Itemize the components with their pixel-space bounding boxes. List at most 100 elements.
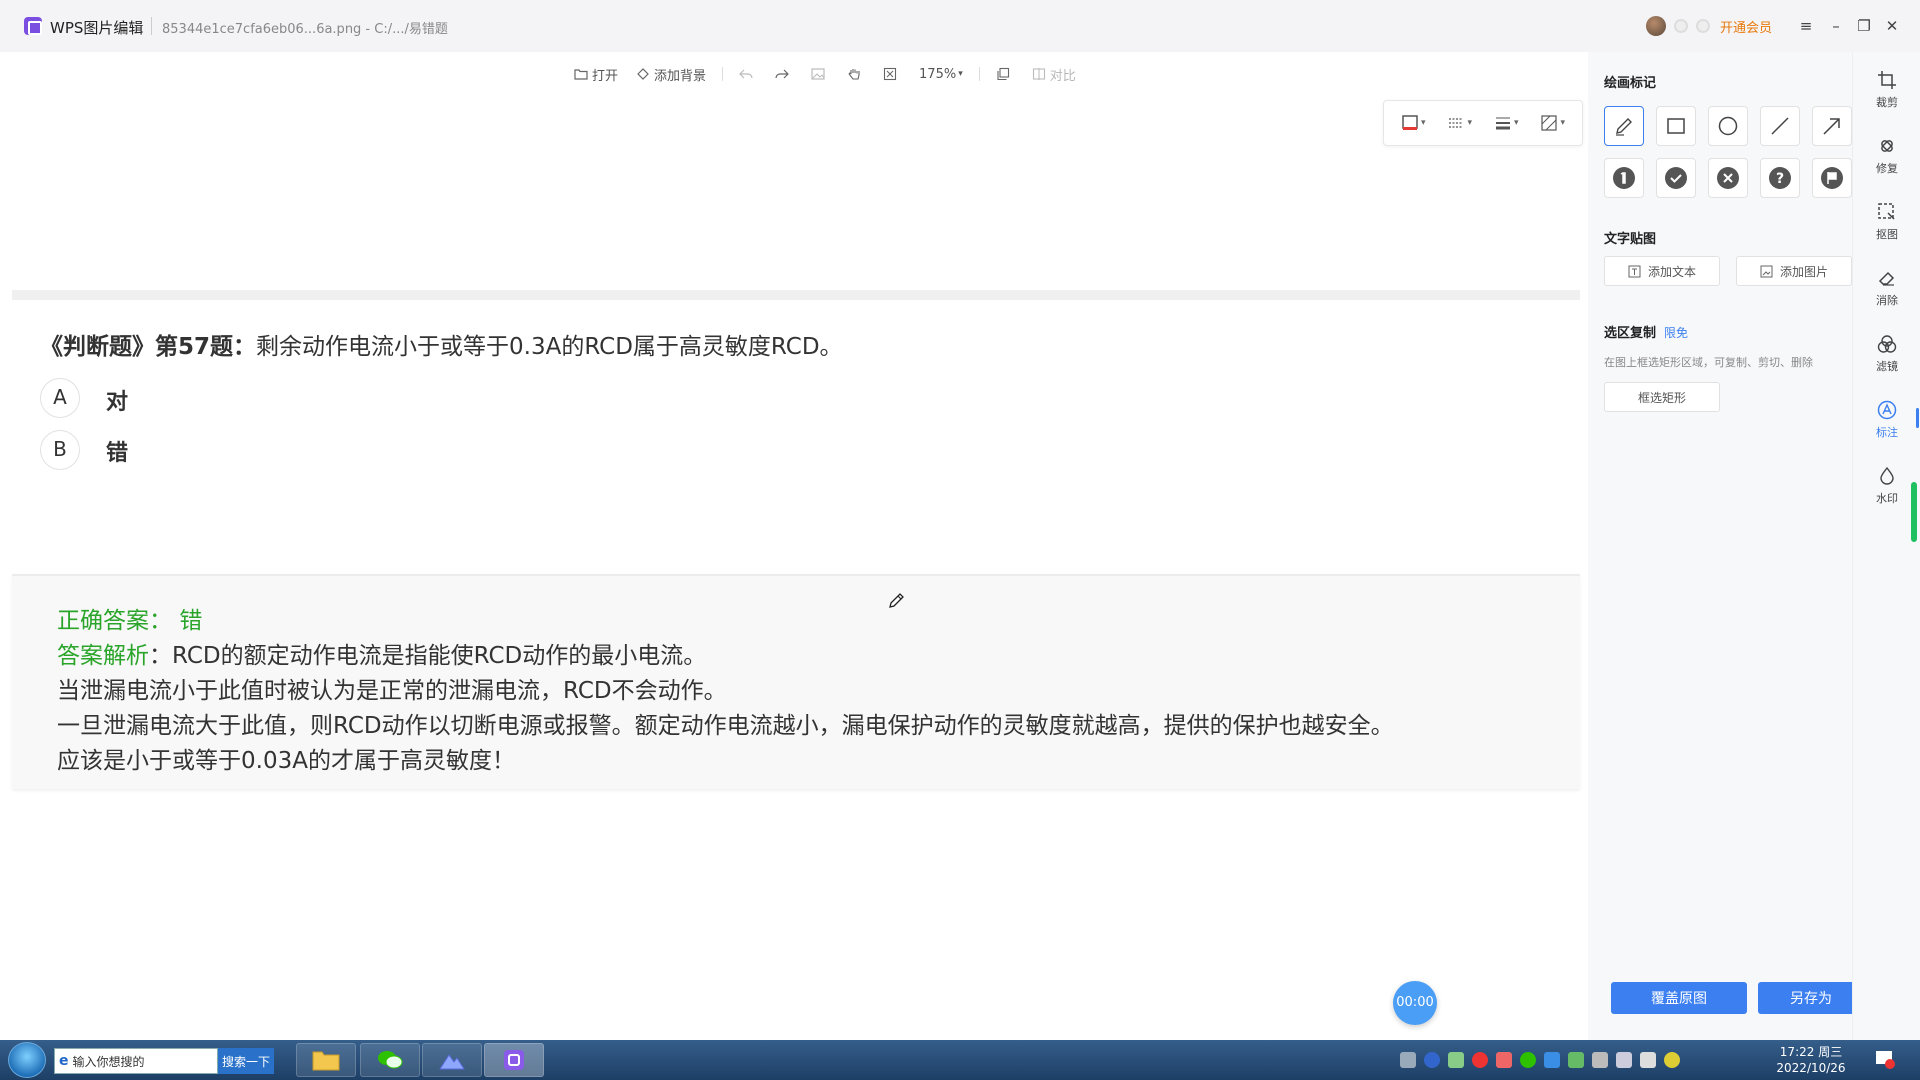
- add-background-button[interactable]: 添加背景: [630, 62, 712, 86]
- rail-cutout-label: 抠图: [1876, 228, 1898, 241]
- display-icon[interactable]: [1616, 1052, 1632, 1068]
- analysis-line-1: 答案解析：RCD的额定动作电流是指能使RCD动作的最小电流。: [57, 636, 706, 670]
- undo-button[interactable]: [733, 62, 763, 86]
- rail-annotate-label: 标注: [1876, 426, 1898, 439]
- app-title: WPS图片编辑: [50, 19, 144, 37]
- add-background-label: 添加背景: [654, 68, 707, 84]
- zoom-dropdown[interactable]: 175% ▾: [913, 62, 969, 86]
- rail-filter-label: 滤镜: [1876, 360, 1898, 373]
- flag-icon: [1821, 167, 1843, 189]
- overwrite-original-button[interactable]: 覆盖原图: [1611, 982, 1747, 1014]
- rail-repair[interactable]: 修复: [1853, 136, 1920, 176]
- battery-icon[interactable]: [1448, 1052, 1464, 1068]
- redo-button[interactable]: [769, 62, 799, 86]
- add-text-label: 添加文本: [1647, 264, 1696, 279]
- ellipse-tool[interactable]: [1708, 106, 1748, 146]
- wechat-taskbar-app[interactable]: [360, 1043, 420, 1077]
- image-button[interactable]: [805, 62, 835, 86]
- rail-repair-label: 修复: [1876, 162, 1898, 175]
- photos-taskbar-app[interactable]: [422, 1043, 482, 1077]
- filter-icon: [1877, 335, 1897, 353]
- canvas-area[interactable]: 打开 添加背景 175% ▾ 对比 ▾ ▾ ▾ ▾ 《判断题》第57题：剩余动作…: [0, 52, 1588, 1040]
- check-marker-tool[interactable]: [1656, 158, 1696, 198]
- line-style-button[interactable]: ▾: [1443, 109, 1476, 137]
- taskbar-search-input[interactable]: e 输入你想搜的: [54, 1048, 218, 1074]
- fit-screen-button[interactable]: [877, 62, 907, 86]
- clock-time: 17:22 周三: [1779, 1045, 1843, 1059]
- chevron-down-icon: ▾: [1513, 118, 1519, 128]
- rail-scrollbar[interactable]: [1911, 482, 1917, 542]
- explorer-taskbar-app[interactable]: [296, 1043, 356, 1077]
- chevron-down-icon: ▾: [1467, 118, 1473, 128]
- hand-icon: [848, 69, 860, 80]
- notification-icon[interactable]: [1874, 1048, 1896, 1070]
- rectangle-tool[interactable]: [1656, 106, 1696, 146]
- fit-screen-icon: [883, 67, 897, 81]
- rail-filter[interactable]: 滤镜: [1853, 334, 1920, 374]
- taskbar-search-button[interactable]: 搜索一下: [218, 1048, 274, 1074]
- usb-icon[interactable]: [1592, 1052, 1608, 1068]
- pen-icon: [1616, 118, 1632, 136]
- background-icon: [637, 68, 649, 80]
- network-icon[interactable]: [1568, 1052, 1584, 1068]
- limited-free-badge: 限免: [1664, 326, 1689, 340]
- close-icon[interactable]: ✕: [1880, 14, 1904, 38]
- taskbar-clock[interactable]: 17:22 周三 2022/10/26: [1766, 1044, 1856, 1076]
- timer-badge[interactable]: 00:00: [1393, 981, 1437, 1025]
- circle-icon: [1718, 116, 1738, 136]
- app-tray-icon[interactable]: [1496, 1052, 1512, 1068]
- drawing-options-toolbar: ▾ ▾ ▾ ▾: [1383, 100, 1583, 146]
- title-divider: [151, 17, 152, 35]
- cutout-icon: [1878, 203, 1895, 220]
- restore-icon[interactable]: ❐: [1852, 14, 1876, 38]
- rail-crop[interactable]: 裁剪: [1853, 70, 1920, 110]
- rail-watermark[interactable]: 水印: [1853, 466, 1920, 506]
- select-rectangle-button[interactable]: 框选矩形: [1604, 382, 1720, 412]
- arrow-icon: [1823, 118, 1840, 135]
- stroke-color-button[interactable]: ▾: [1397, 109, 1430, 137]
- tool-rail: 裁剪 修复 抠图 消除 滤镜 标注 水印: [1852, 52, 1920, 1040]
- status-dot-icon: [1674, 19, 1688, 33]
- hand-tool-button[interactable]: [841, 62, 871, 86]
- antivirus-icon[interactable]: [1472, 1052, 1488, 1068]
- text-sticker-title: 文字贴图: [1604, 232, 1657, 247]
- line-tool[interactable]: [1760, 106, 1800, 146]
- pen-tool[interactable]: [1604, 106, 1644, 146]
- add-image-button[interactable]: 添加图片: [1736, 256, 1852, 286]
- rail-cutout[interactable]: 抠图: [1853, 202, 1920, 242]
- save-as-button[interactable]: 另存为: [1758, 982, 1864, 1014]
- start-button[interactable]: [8, 1042, 46, 1078]
- keyboard-icon[interactable]: [1400, 1052, 1416, 1068]
- question-marker-tool[interactable]: ?: [1760, 158, 1800, 198]
- rail-erase[interactable]: 消除: [1853, 268, 1920, 308]
- cross-marker-tool[interactable]: [1708, 158, 1748, 198]
- svg-text:?: ?: [1776, 171, 1784, 187]
- flag-marker-tool[interactable]: [1812, 158, 1852, 198]
- help-icon[interactable]: [1424, 1052, 1440, 1068]
- rail-annotate[interactable]: 标注: [1853, 400, 1920, 440]
- open-vip-link[interactable]: 开通会员: [1720, 17, 1772, 36]
- eraser-icon: [1878, 271, 1895, 286]
- open-button[interactable]: 打开: [568, 62, 624, 86]
- drawing-title: 绘画标记: [1604, 76, 1657, 91]
- action-center-icon: [1876, 1051, 1895, 1069]
- rail-watermark-label: 水印: [1876, 492, 1898, 505]
- user-avatar[interactable]: [1646, 16, 1666, 36]
- menu-icon[interactable]: ≡: [1794, 14, 1818, 38]
- number-marker-tool[interactable]: [1604, 158, 1644, 198]
- compare-button[interactable]: 对比: [1026, 62, 1082, 86]
- arrow-tool[interactable]: [1812, 106, 1852, 146]
- shield-icon[interactable]: [1544, 1052, 1560, 1068]
- volume-icon[interactable]: [1640, 1052, 1656, 1068]
- copy-button[interactable]: [990, 62, 1020, 86]
- correct-answer-value: 错: [179, 608, 203, 634]
- option-a-text: 对: [106, 390, 129, 415]
- wechat-tray-icon[interactable]: [1520, 1052, 1536, 1068]
- minimize-icon[interactable]: –: [1824, 14, 1848, 38]
- wps-image-taskbar-app[interactable]: [484, 1043, 544, 1077]
- ime-icon[interactable]: [1664, 1052, 1680, 1068]
- fill-button[interactable]: ▾: [1536, 109, 1569, 137]
- analysis-text: ：RCD的额定动作电流是指能使RCD动作的最小电流。: [149, 643, 707, 669]
- line-width-button[interactable]: ▾: [1490, 109, 1523, 137]
- add-text-button[interactable]: 添加文本: [1604, 256, 1720, 286]
